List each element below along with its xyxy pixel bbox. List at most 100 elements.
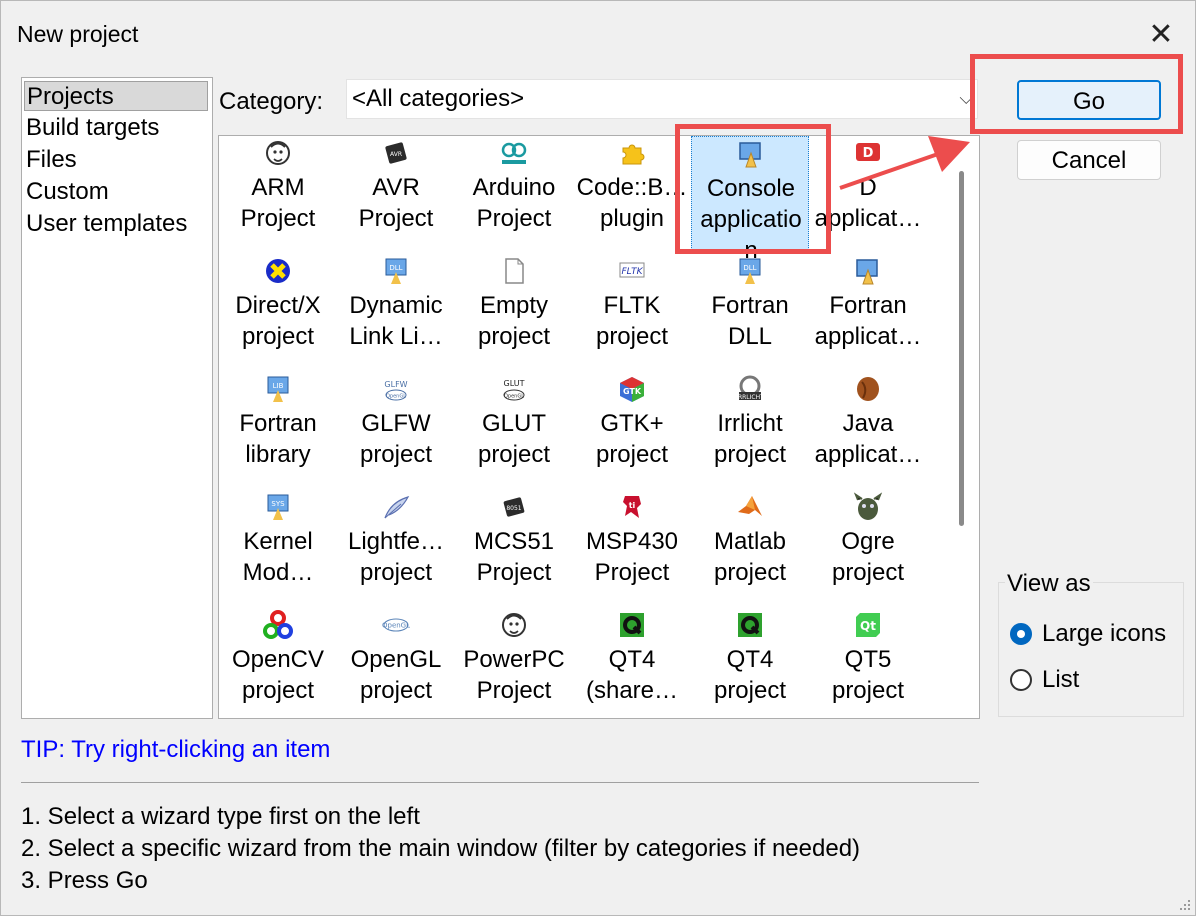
project-wizard-item[interactable]: FLTK FLTK project	[573, 254, 691, 372]
list-label[interactable]: List	[1042, 666, 1079, 694]
project-wizard-item[interactable]: Matlab project	[691, 490, 809, 608]
project-label-line: Project	[476, 205, 552, 232]
annotation-highlight-go	[970, 54, 1183, 134]
project-wizard-item[interactable]: 8051 MCS51 Project	[455, 490, 573, 608]
project-wizard-item[interactable]: ti MSP430 Project	[573, 490, 691, 608]
project-wizard-label: Java applicat…	[809, 408, 927, 470]
project-wizard-label: GTK+ project	[573, 408, 691, 470]
project-wizard-item[interactable]: LIB Fortran library	[219, 372, 337, 490]
sidebar-item-build-targets[interactable]: Build targets	[24, 113, 208, 143]
project-wizard-item[interactable]: Lightfe… project	[337, 490, 455, 608]
project-label-line: Direct/X	[235, 292, 321, 319]
project-wizard-item[interactable]: Ogre project	[809, 490, 927, 608]
project-label-line: PowerPC	[463, 646, 565, 673]
gnu-icon	[266, 141, 290, 165]
java-bean-icon	[857, 377, 879, 401]
project-wizard-label: Empty project	[455, 290, 573, 352]
project-wizard-label: QT4 project	[691, 644, 809, 706]
blank-file-icon	[505, 258, 524, 284]
project-label-line: project	[241, 323, 315, 350]
list-radio[interactable]	[1010, 669, 1032, 691]
project-label-line: Project	[594, 559, 670, 586]
project-label-line: Arduino	[472, 174, 556, 201]
project-wizard-item[interactable]: Code::B…plugin	[573, 136, 691, 254]
project-wizard-item[interactable]: DLL Fortran DLL	[691, 254, 809, 372]
project-wizard-label: AVR Project	[337, 172, 455, 234]
project-label-line: Mod…	[242, 559, 314, 586]
cancel-button[interactable]: Cancel	[1017, 140, 1161, 180]
project-wizard-label: Ogre project	[809, 526, 927, 588]
project-label-line: project	[595, 441, 669, 468]
category-dropdown[interactable]: <All categories> ⌵	[346, 79, 978, 119]
sidebar-item-projects[interactable]: Projects	[24, 81, 208, 111]
wizard-type-list[interactable]: Projects Build targets Files Custom User…	[21, 77, 213, 719]
project-wizard-item[interactable]: SYS Kernel Mod…	[219, 490, 337, 608]
project-wizard-label: FLTK project	[573, 290, 691, 352]
project-label-line: QT4	[726, 646, 774, 673]
svg-text:DLL: DLL	[389, 264, 402, 272]
large-icons-label[interactable]: Large icons	[1042, 620, 1166, 648]
window-title: New project	[17, 21, 139, 47]
project-label-line: Ogre	[841, 528, 895, 555]
project-label-line: project	[713, 559, 787, 586]
close-icon[interactable]: ✕	[1141, 15, 1181, 55]
project-label-line: Project	[476, 559, 552, 586]
project-wizard-item[interactable]: QT4 (share…	[573, 608, 691, 718]
tip-text: TIP: Try right-clicking an item	[21, 736, 331, 763]
svg-text:OpenGL: OpenGL	[504, 394, 524, 400]
sidebar-item-custom[interactable]: Custom	[24, 177, 208, 207]
project-wizard-label: Kernel Mod…	[219, 526, 337, 588]
project-wizard-label: Dynamic Link Li…	[337, 290, 455, 352]
project-label-line: (share…	[585, 677, 679, 704]
project-label-line: GTK+	[600, 410, 664, 437]
project-wizard-grid[interactable]: ARM Project AVR AVR Project Arduino Project Cod…	[218, 135, 980, 719]
project-label-line: MCS51	[473, 528, 555, 555]
project-wizard-item[interactable]: OpenCV project	[219, 608, 337, 718]
directx-icon	[266, 259, 290, 283]
vertical-scrollbar[interactable]	[959, 171, 964, 526]
project-wizard-item[interactable]: AVR AVR Project	[337, 136, 455, 254]
project-wizard-item[interactable]: Direct/X project	[219, 254, 337, 372]
project-label-line: plugin	[599, 205, 665, 232]
project-wizard-item[interactable]: GLUT OpenGL GLUT project	[455, 372, 573, 490]
project-label-line: Code::B…	[576, 174, 688, 201]
project-wizard-label: OpenCV project	[219, 644, 337, 706]
project-label-line: project	[477, 441, 551, 468]
project-wizard-item[interactable]: Empty project	[455, 254, 573, 372]
project-wizard-item[interactable]: Qt QT5 project	[809, 608, 927, 718]
sidebar-item-files[interactable]: Files	[24, 145, 208, 175]
project-wizard-item[interactable]: DLL Dynamic Link Li…	[337, 254, 455, 372]
gnu-icon	[502, 613, 526, 637]
project-wizard-item[interactable]: PowerPC Project	[455, 608, 573, 718]
project-wizard-item[interactable]: GTK GTK+ project	[573, 372, 691, 490]
project-wizard-item[interactable]: OpenGL OpenGL project	[337, 608, 455, 718]
project-wizard-label: GLUT project	[455, 408, 573, 470]
project-wizard-item[interactable]: Arduino Project	[455, 136, 573, 254]
sidebar-item-user-templates[interactable]: User templates	[24, 209, 208, 239]
project-wizard-item[interactable]: Java applicat…	[809, 372, 927, 490]
svg-text:FLTK: FLTK	[622, 267, 644, 277]
resize-grip-icon[interactable]	[1177, 897, 1191, 911]
project-label-line: OpenGL	[350, 646, 442, 673]
project-label-line: Irrlicht	[717, 410, 783, 437]
project-label-line: project	[241, 677, 315, 704]
opengl-icon: OpenGL	[382, 618, 410, 632]
project-label-line: Project	[476, 677, 552, 704]
svg-text:ti: ti	[629, 501, 636, 510]
view-as-title: View as	[1005, 570, 1093, 598]
project-wizard-item[interactable]: QT4 project	[691, 608, 809, 718]
ti-icon: ti	[623, 496, 641, 518]
project-wizard-label: MSP430 Project	[573, 526, 691, 588]
large-icons-radio[interactable]	[1010, 623, 1032, 645]
project-label-line: Fortran	[711, 292, 789, 319]
fortran-dll-icon: DLL	[739, 258, 761, 284]
project-wizard-item[interactable]: GLFW OpenGL GLFW project	[337, 372, 455, 490]
project-wizard-item[interactable]: Fortran applicat…	[809, 254, 927, 372]
project-wizard-item[interactable]: IRRLICHT Irrlicht project	[691, 372, 809, 490]
project-label-line: applicat…	[814, 323, 922, 350]
qt4-icon	[738, 613, 762, 637]
matlab-icon	[738, 496, 762, 516]
project-label-line: project	[831, 677, 905, 704]
project-wizard-item[interactable]: ARM Project	[219, 136, 337, 254]
project-label-line: Link Li…	[349, 323, 443, 350]
